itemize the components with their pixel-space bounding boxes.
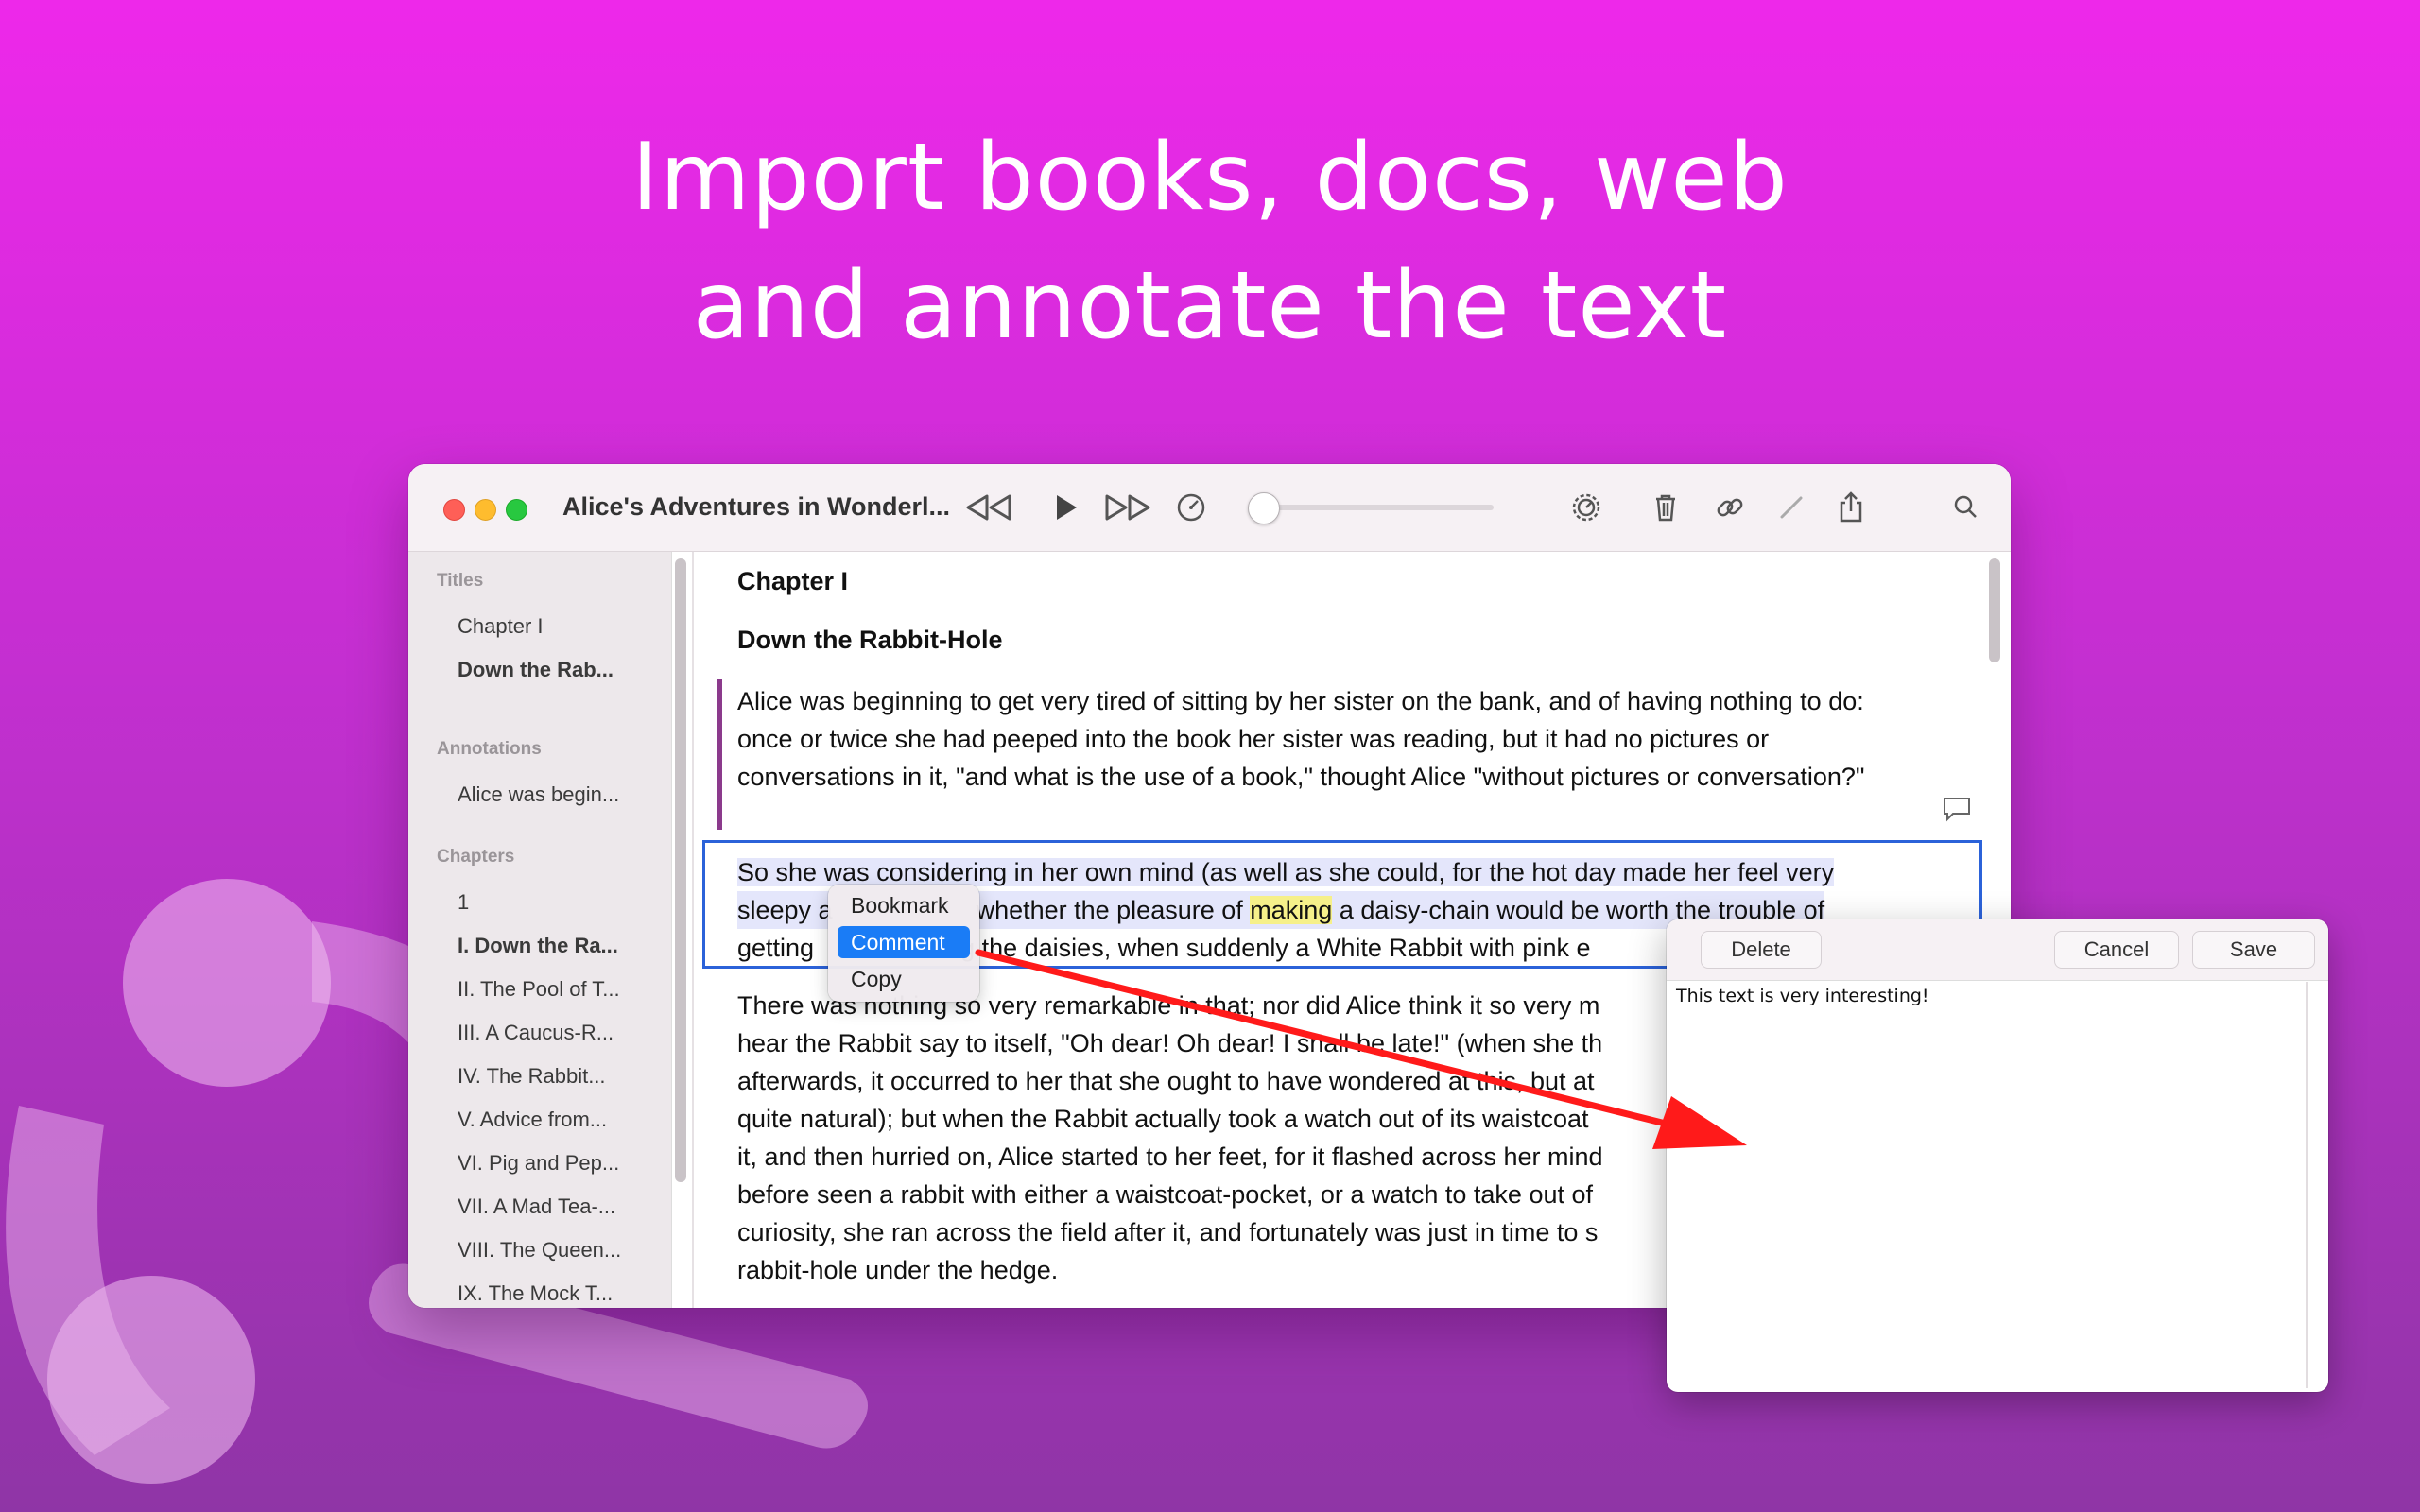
pencil-icon[interactable]	[1772, 489, 1810, 526]
comment-popover: Delete Cancel Save This text is very int…	[1667, 919, 2328, 1392]
comment-popover-toolbar: Delete Cancel Save	[1667, 919, 2328, 981]
settings-icon[interactable]	[1567, 489, 1605, 526]
reading-pane-scrollbar[interactable]	[1989, 558, 2000, 662]
sidebar-annotation-item[interactable]: Alice was begin...	[458, 782, 619, 807]
annotations-header: Annotations	[437, 739, 542, 759]
delete-button[interactable]: Delete	[1701, 931, 1822, 969]
sidebar-chapter-item[interactable]: VII. A Mad Tea-...	[458, 1194, 615, 1219]
trash-icon[interactable]	[1647, 489, 1685, 526]
window-title: Alice's Adventures in Wonderl...	[562, 492, 951, 521]
sidebar-chapter-item[interactable]: VIII. The Queen...	[458, 1238, 621, 1263]
sidebar-title-item[interactable]: Down the Rab...	[458, 658, 614, 682]
play-icon[interactable]	[1046, 489, 1083, 526]
sidebar-chapter-item[interactable]: VI. Pig and Pep...	[458, 1151, 619, 1176]
share-icon[interactable]	[1832, 489, 1870, 526]
chapter-subtitle: Down the Rabbit-Hole	[737, 626, 1003, 654]
context-menu: Bookmark Comment Copy	[828, 885, 979, 1002]
annotation-marker-bar	[717, 679, 722, 830]
headline: Import books, docs, web and annotate the…	[0, 113, 2420, 370]
sidebar-title-item[interactable]: Chapter I	[458, 614, 544, 639]
comment-text-area[interactable]: This text is very interesting!	[1676, 986, 1929, 1006]
fast-forward-icon[interactable]	[1101, 489, 1154, 526]
paragraph-2-line-3b: ng the daisies, when suddenly a White Ra…	[946, 934, 1591, 962]
sidebar-chapter-item[interactable]: IX. The Mock T...	[458, 1281, 613, 1306]
sidebar-chapter-item[interactable]: V. Advice from...	[458, 1108, 607, 1132]
paragraph-2-line-3a: getting	[737, 934, 815, 962]
sidebar-scrollbar[interactable]	[675, 558, 686, 1182]
chapter-title: Chapter I	[737, 567, 849, 595]
highlighted-word[interactable]: making	[1250, 896, 1333, 924]
zoom-window-button[interactable]	[506, 499, 527, 521]
paragraph-1[interactable]: Alice was beginning to get very tired of…	[737, 682, 1919, 796]
chapters-header: Chapters	[437, 847, 515, 867]
save-button[interactable]: Save	[2192, 931, 2315, 969]
search-icon[interactable]	[1947, 489, 1985, 526]
sidebar-chapter-item[interactable]: I. Down the Ra...	[458, 934, 618, 958]
speedometer-icon[interactable]	[1172, 489, 1210, 526]
close-window-button[interactable]	[443, 499, 465, 521]
sidebar-chapter-item[interactable]: IV. The Rabbit...	[458, 1064, 606, 1089]
speed-slider-track[interactable]	[1248, 505, 1494, 510]
comment-text-scrollbar	[2306, 982, 2308, 1388]
link-icon[interactable]	[1711, 489, 1749, 526]
window-toolbar: Alice's Adventures in Wonderl...	[408, 464, 2011, 552]
paragraph-2-line-1: So she was considering in her own mind (…	[737, 858, 1835, 886]
rewind-icon[interactable]	[962, 489, 1015, 526]
minimize-window-button[interactable]	[475, 499, 496, 521]
sidebar-chapter-item[interactable]: 1	[458, 890, 469, 915]
sidebar: Titles Chapter I Down the Rab... Annotat…	[408, 552, 672, 1308]
paragraph-2-line-2a: sleepy a	[737, 896, 833, 924]
cancel-button[interactable]: Cancel	[2054, 931, 2179, 969]
context-menu-comment[interactable]: Comment	[838, 926, 970, 958]
paragraph-2-line-2b: whether the pleasure of	[976, 896, 1243, 924]
headline-line-2: and annotate the text	[692, 252, 1728, 360]
sidebar-chapter-item[interactable]: II. The Pool of T...	[458, 977, 620, 1002]
context-menu-bookmark[interactable]: Bookmark	[838, 889, 970, 921]
context-menu-copy[interactable]: Copy	[838, 963, 970, 995]
comment-icon[interactable]	[1942, 796, 1972, 822]
sidebar-chapter-item[interactable]: III. A Caucus-R...	[458, 1021, 614, 1045]
titles-header: Titles	[437, 571, 484, 591]
speed-slider-knob[interactable]	[1248, 492, 1280, 524]
headline-line-1: Import books, docs, web	[631, 124, 1789, 232]
